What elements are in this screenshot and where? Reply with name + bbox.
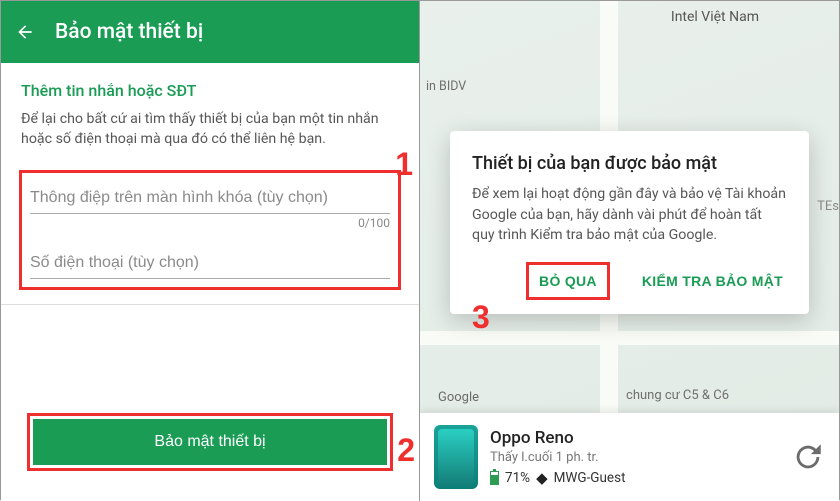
map-poi-chungcu: chung cư C5 & C6: [626, 388, 729, 403]
skip-button[interactable]: BỎ QUA: [535, 265, 601, 297]
map-text-east: TEs: [817, 199, 839, 214]
secure-device-button[interactable]: Bảo mật thiết bị: [33, 419, 387, 465]
device-details: Oppo Reno Thấy l.cuối 1 ph. tr. 71% ◆ MW…: [490, 428, 779, 487]
find-device-map-screen: Intel Việt Nam in BIDV Google chung cư C…: [420, 1, 839, 501]
section-title: Thêm tin nhắn hoặc SĐT: [21, 81, 399, 100]
device-name: Oppo Reno: [490, 428, 779, 448]
dialog-body: Để xem lại hoạt động gần đây và bảo vệ T…: [472, 184, 787, 246]
primary-action-container: Bảo mật thiết bị: [1, 413, 419, 471]
map-poi-intel: Intel Việt Nam: [671, 9, 759, 25]
device-info-card[interactable]: Oppo Reno Thấy l.cuối 1 ph. tr. 71% ◆ MW…: [420, 413, 839, 501]
device-last-seen: Thấy l.cuối 1 ph. tr.: [490, 450, 779, 465]
device-secured-dialog: Thiết bị của bạn được bảo mật Để xem lại…: [450, 131, 809, 314]
divider: [1, 304, 419, 305]
security-check-button[interactable]: KIỂM TRA BẢO MẬT: [638, 265, 787, 297]
back-arrow-icon[interactable]: [15, 22, 35, 42]
message-char-counter: 0/100: [30, 216, 390, 230]
form-section: Thêm tin nhắn hoặc SĐT Để lại cho bất cứ…: [1, 63, 419, 160]
annotation-2: 2: [397, 432, 415, 469]
dialog-actions: BỎ QUA KIỂM TRA BẢO MẬT: [472, 262, 787, 300]
battery-icon: [490, 471, 499, 485]
lockscreen-message-input[interactable]: [30, 183, 390, 214]
phone-number-input[interactable]: [30, 248, 390, 279]
highlight-box: Bảo mật thiết bị: [27, 413, 393, 471]
battery-percent: 71%: [505, 470, 530, 486]
input-group-highlighted: 0/100: [19, 170, 401, 290]
map-attribution: Google: [438, 390, 479, 405]
page-title: Bảo mật thiết bị: [55, 20, 203, 44]
refresh-icon[interactable]: [791, 440, 825, 474]
wifi-icon: ◆: [536, 469, 548, 487]
annotation-1: 1: [395, 146, 413, 183]
highlight-box-skip: BỎ QUA: [526, 262, 610, 300]
map-poi-bidv: in BIDV: [426, 79, 466, 94]
section-description: Để lại cho bất cứ ai tìm thấy thiết bị c…: [21, 110, 399, 150]
wifi-ssid: MWG-Guest: [554, 470, 626, 486]
device-thumbnail: [434, 425, 478, 489]
device-status-row: 71% ◆ MWG-Guest: [490, 469, 779, 487]
annotation-3: 3: [472, 299, 490, 336]
dialog-title: Thiết bị của bạn được bảo mật: [472, 153, 787, 174]
app-header: Bảo mật thiết bị: [1, 1, 419, 63]
secure-device-screen: Bảo mật thiết bị Thêm tin nhắn hoặc SĐT …: [1, 1, 420, 501]
